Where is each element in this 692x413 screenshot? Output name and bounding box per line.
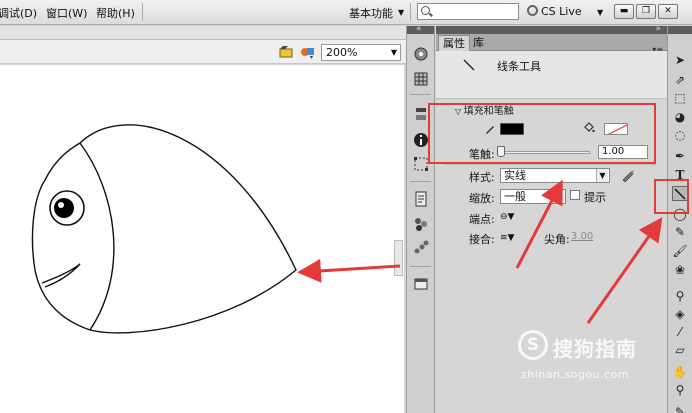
arrow-to-scale-setting [515,179,563,269]
arrow-to-line-tool [586,217,663,324]
watermark-text: 搜狗指南 [553,337,637,361]
watermark-url: zhinan.sogou.com [521,368,630,381]
arrow-to-fish-outline [297,258,401,283]
sogou-logo-icon: S [518,330,548,360]
